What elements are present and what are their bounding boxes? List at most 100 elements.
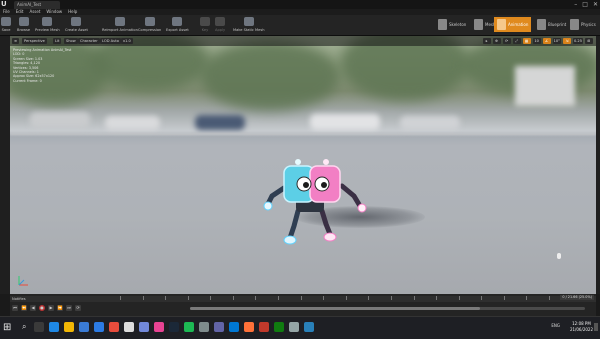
show-desktop-button[interactable] [594, 323, 598, 331]
record-button[interactable]: ● [39, 305, 45, 311]
editor-toolbar: Save Browse Preview Mesh Create Asset Re… [0, 15, 600, 36]
system-clock[interactable]: 12:08 PM 21/06/2022 [570, 321, 593, 333]
create-asset-icon [71, 17, 82, 26]
mode-animation-button[interactable]: Animation [494, 17, 532, 32]
transport-controls: ⏮ ⏪ ◀ ● ▶ ⏩ ⏭ ⟳ [12, 305, 81, 311]
minimize-button[interactable]: – [574, 0, 577, 9]
viewport-options-button[interactable]: ≡ [12, 38, 20, 44]
browse-icon [18, 17, 29, 26]
transform-tools: ▸ ⊕ ⟳ ⤢ ▦ 10 ∠ 10° ⇲ 0.25 ⊞ [482, 38, 593, 44]
blueprint-icon [537, 19, 546, 30]
close-button[interactable]: ✕ [593, 0, 598, 9]
mode-blueprint-button[interactable]: Blueprint [534, 17, 569, 32]
clock-date: 21/06/2022 [569, 327, 593, 332]
mail-icon[interactable] [94, 322, 104, 332]
store-icon[interactable] [79, 322, 89, 332]
translate-tool-button[interactable]: ⊕ [492, 38, 501, 44]
task-view-icon[interactable] [34, 322, 44, 332]
animation-icon [497, 19, 506, 30]
character-button[interactable]: Character [78, 38, 100, 44]
left-panel-strip [0, 36, 10, 294]
right-leg [319, 208, 337, 242]
maximize-button[interactable]: □ [582, 0, 588, 9]
right-arm [339, 183, 367, 213]
jump-to-end-button[interactable]: ⏭ [66, 305, 72, 311]
export-asset-button[interactable]: Export Asset [166, 16, 189, 34]
photos-icon[interactable] [229, 322, 239, 332]
grid-snap-value[interactable]: 10 [532, 38, 541, 44]
app-icon-blue[interactable] [304, 322, 314, 332]
steam-icon[interactable] [169, 322, 179, 332]
spotify-icon[interactable] [184, 322, 194, 332]
loop-button[interactable]: ⟳ [75, 305, 81, 311]
scale-snap-value[interactable]: 0.25 [572, 38, 583, 44]
left-leg [283, 208, 301, 245]
show-button[interactable]: Show [64, 38, 78, 44]
search-icon[interactable]: ⌕ [22, 322, 26, 332]
app-icon-grey[interactable] [289, 322, 299, 332]
reimport-icon [114, 17, 125, 26]
make-static-mesh-button[interactable]: Make Static Mesh [233, 16, 265, 34]
scale-snap-button[interactable]: ⇲ [562, 38, 571, 44]
viewport-toolbar: ≡ Perspective Lit Show Character LOD Aut… [10, 36, 596, 46]
file-explorer-icon[interactable] [64, 322, 74, 332]
apply-button[interactable]: Apply [215, 16, 225, 34]
robot-antenna [295, 159, 301, 165]
timeline-scrollbar[interactable] [190, 307, 585, 310]
key-button[interactable]: Key [200, 16, 210, 34]
discord-icon[interactable] [139, 322, 149, 332]
play-reverse-button[interactable]: ◀ [30, 305, 36, 311]
step-back-button[interactable]: ⏪ [21, 305, 27, 311]
robot-character[interactable] [250, 126, 390, 256]
unreal-icon[interactable] [124, 322, 134, 332]
light-source-icon[interactable] [557, 253, 561, 259]
jump-to-start-button[interactable]: ⏮ [12, 305, 18, 311]
reimport-animation-button[interactable]: Reimport Animation [102, 16, 138, 34]
grid-snap-button[interactable]: ▦ [522, 38, 531, 44]
background-building [515, 66, 575, 106]
scrollbar-thumb[interactable] [190, 307, 480, 310]
preview-mesh-button[interactable]: Preview Mesh [35, 16, 60, 34]
mode-skeleton-button[interactable]: Skeleton [435, 17, 469, 32]
skeleton-icon [438, 19, 447, 30]
maximize-viewport-button[interactable]: ⊞ [585, 38, 593, 44]
language-indicator[interactable]: ENG [551, 323, 560, 328]
apply-icon [215, 17, 226, 26]
select-tool-button[interactable]: ▸ [482, 38, 491, 44]
settings-icon[interactable] [199, 322, 209, 332]
axis-gizmo-icon [18, 276, 28, 286]
step-forward-button[interactable]: ⏩ [57, 305, 63, 311]
firefox-icon[interactable] [244, 322, 254, 332]
static-mesh-icon [243, 17, 254, 26]
xbox-icon[interactable] [274, 322, 284, 332]
app-icon-pink[interactable] [154, 322, 164, 332]
lit-button[interactable]: Lit [53, 38, 62, 44]
playback-speed-button[interactable]: x1.0 [121, 38, 133, 44]
save-button[interactable]: Save [1, 16, 11, 34]
mesh-icon [474, 19, 483, 30]
physics-icon [570, 19, 579, 30]
rotation-snap-button[interactable]: ∠ [542, 38, 551, 44]
rotation-snap-value[interactable]: 10° [552, 38, 561, 44]
create-asset-button[interactable]: Create Asset [65, 16, 88, 34]
app-icon-red[interactable] [259, 322, 269, 332]
compression-button[interactable]: Compression [138, 16, 161, 34]
robot-antenna [323, 159, 329, 165]
viewport-stats-overlay: Previewing Animation AnimAI_Test LOD: 0 … [13, 48, 72, 83]
unreal-logo-icon[interactable]: U [1, 0, 8, 8]
play-button[interactable]: ▶ [48, 305, 54, 311]
document-tab[interactable]: AnimAI_Test [14, 1, 60, 9]
browse-button[interactable]: Browse [17, 16, 30, 34]
chrome-icon[interactable] [109, 322, 119, 332]
teams-icon[interactable] [214, 322, 224, 332]
mode-physics-button[interactable]: Physics [567, 17, 599, 32]
windows-start-icon[interactable]: ⊞ [3, 322, 15, 334]
preview-viewport[interactable]: ≡ Perspective Lit Show Character LOD Aut… [10, 36, 596, 294]
lod-button[interactable]: LOD Auto [100, 38, 121, 44]
rotate-tool-button[interactable]: ⟳ [502, 38, 511, 44]
scale-tool-button[interactable]: ⤢ [512, 38, 521, 44]
compression-icon [144, 17, 155, 26]
perspective-button[interactable]: Perspective [22, 38, 47, 44]
robot-right-pupil [321, 182, 327, 188]
edge-icon[interactable] [49, 322, 59, 332]
